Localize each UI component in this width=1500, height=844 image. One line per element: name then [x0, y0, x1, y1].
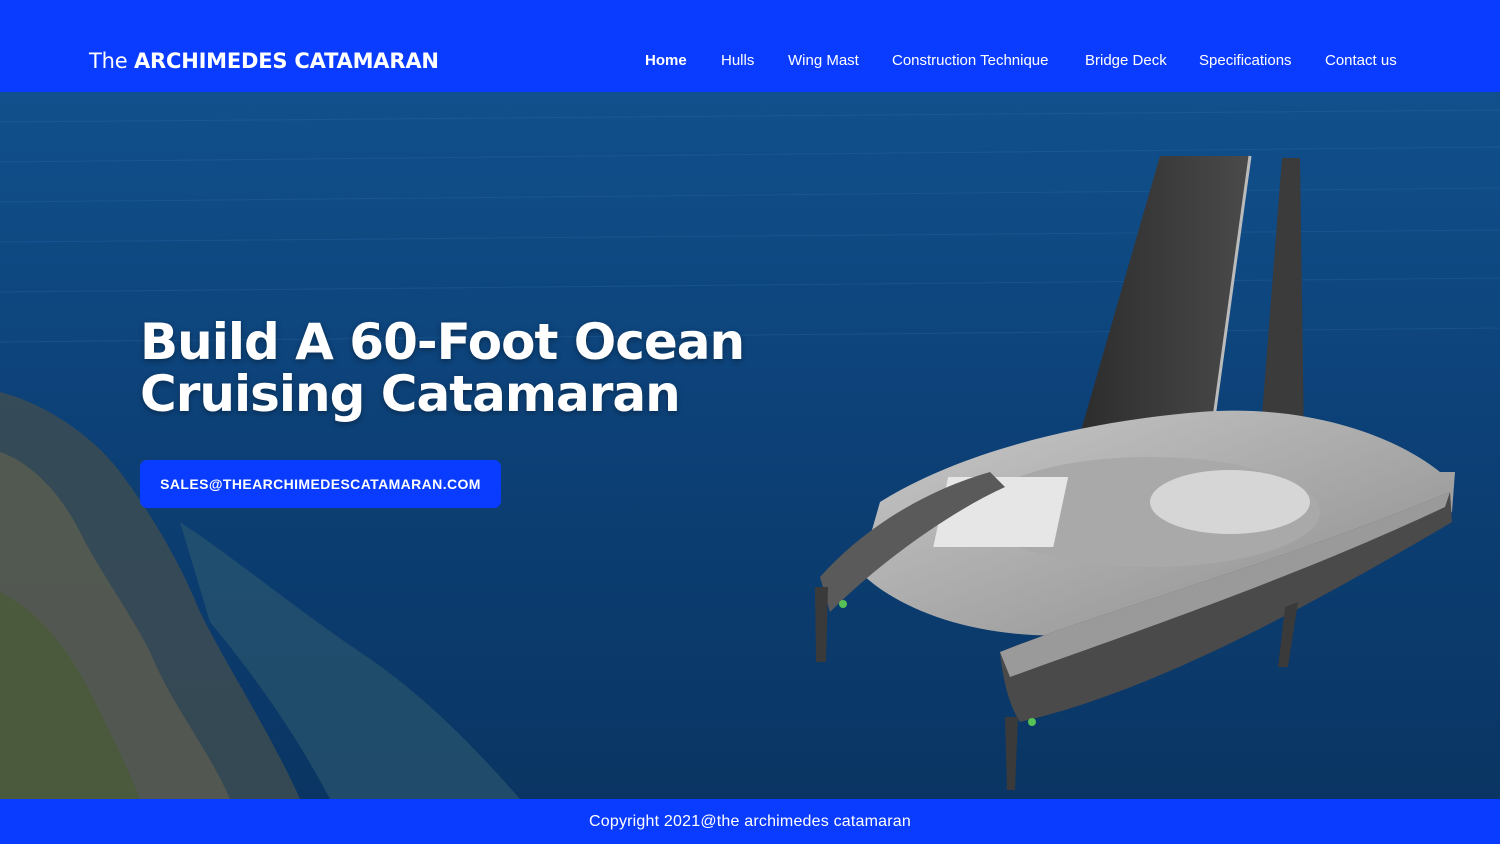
headline-line-1: Build A 60-Foot Ocean — [140, 313, 745, 371]
sales-email-button[interactable]: SALES@THEARCHIMEDESCATAMARAN.COM — [140, 460, 501, 508]
nav-item-construction-technique[interactable]: Construction Technique — [892, 50, 1049, 72]
nav-item-bridge-deck[interactable]: Bridge Deck — [1085, 50, 1167, 72]
nav-item-hulls[interactable]: Hulls — [721, 50, 754, 72]
nav-item-home[interactable]: Home — [645, 50, 687, 72]
headline-line-2: Cruising Catamaran — [140, 365, 681, 423]
copyright-text: Copyright 2021@the archimedes catamaran — [589, 812, 911, 830]
hero-section: Build A 60-Foot Ocean Cruising Catamaran… — [0, 92, 1500, 799]
main-nav: Home Hulls Wing Mast Construction Techni… — [0, 50, 1500, 72]
hero-background-image — [0, 92, 1500, 799]
nav-item-contact-us[interactable]: Contact us — [1325, 50, 1397, 72]
nav-item-wing-mast[interactable]: Wing Mast — [788, 50, 859, 72]
site-footer: Copyright 2021@the archimedes catamaran — [0, 799, 1500, 844]
nav-item-specifications[interactable]: Specifications — [1199, 50, 1292, 72]
hero-headline: Build A 60-Foot Ocean Cruising Catamaran — [140, 316, 780, 420]
site-header: The ARCHIMEDES CATAMARAN Home Hulls Wing… — [0, 0, 1500, 92]
